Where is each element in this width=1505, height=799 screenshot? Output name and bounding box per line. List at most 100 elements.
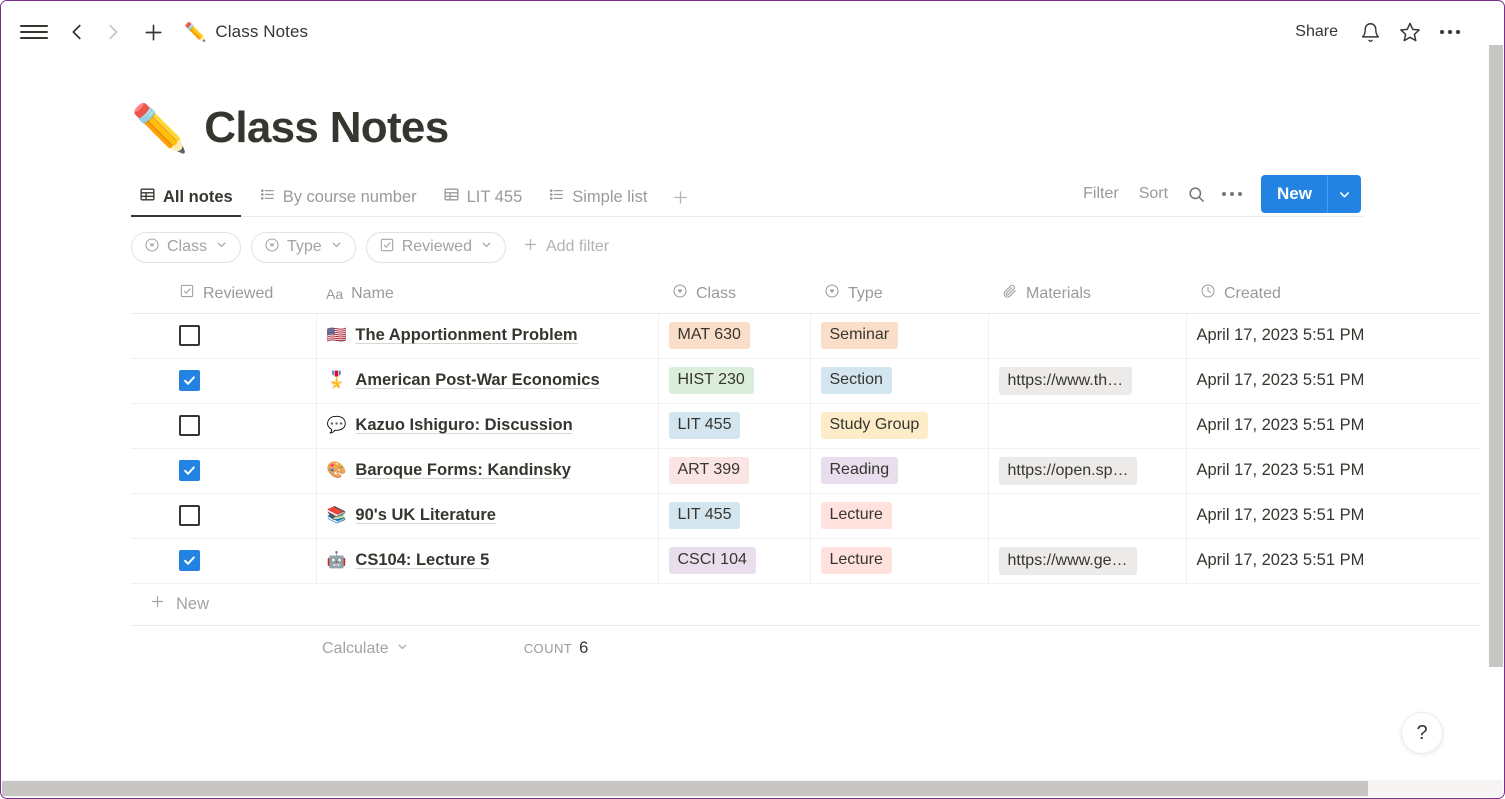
add-new-row-button[interactable]: New [131, 584, 1481, 626]
cell-type[interactable]: Lecture [809, 538, 988, 584]
list-icon [259, 186, 276, 208]
table-footer-calculations: Calculate COUNT 6 [131, 626, 1481, 672]
page-more-options-icon[interactable] [1432, 14, 1468, 50]
filter-chip-type[interactable]: Type [251, 231, 356, 263]
cell-materials[interactable] [987, 403, 1186, 449]
cell-type[interactable]: Study Group [809, 403, 988, 449]
add-view-plus-icon[interactable] [665, 177, 695, 217]
new-button-chevron-down-icon[interactable] [1327, 175, 1361, 213]
favorite-star-icon[interactable] [1392, 14, 1428, 50]
class-tag: LIT 455 [668, 412, 741, 439]
top-bar-actions: Share [1285, 14, 1486, 50]
filter-chip-reviewed[interactable]: Reviewed [365, 231, 506, 263]
new-page-plus-icon[interactable] [136, 15, 170, 49]
forward-arrow-icon[interactable] [96, 15, 130, 49]
cell-type[interactable]: Reading [809, 448, 988, 494]
cell-class[interactable]: HIST 230 [657, 358, 810, 404]
count-label: COUNT [523, 641, 573, 656]
table-row[interactable]: 💬 Kazuo Ishiguro: Discussion LIT 455 Study … [131, 403, 1481, 449]
cell-created: April 17, 2023 5:51 PM [1185, 313, 1478, 359]
share-button[interactable]: Share [1285, 17, 1348, 47]
vertical-scrollbar-thumb[interactable] [1489, 45, 1503, 667]
table-row[interactable]: 📚 90's UK Literature LIT 455 Lecture April 1… [131, 493, 1481, 539]
column-header-reviewed[interactable]: Reviewed [131, 275, 316, 314]
tab-lit-455[interactable]: LIT 455 [435, 177, 531, 217]
help-question-mark-icon[interactable]: ? [1401, 712, 1443, 754]
page-title[interactable]: Class Notes [204, 103, 449, 153]
horizontal-scrollbar-thumb[interactable] [2, 781, 1368, 796]
chevron-down-icon [396, 640, 409, 658]
breadcrumb[interactable]: ✏️ Class Notes [184, 22, 308, 42]
cell-materials[interactable]: https://open.sp… [987, 448, 1186, 494]
table-row[interactable]: 🎖️ American Post-War Economics HIST 230 Sec… [131, 358, 1481, 404]
type-tag: Study Group [820, 412, 929, 439]
cell-materials[interactable] [987, 493, 1186, 539]
cell-class[interactable]: MAT 630 [657, 313, 810, 359]
row-emoji-icon: 🤖 [326, 551, 347, 569]
page-title-row: ✏️ Class Notes [131, 103, 1486, 153]
row-name-link[interactable]: American Post-War Economics [355, 371, 599, 390]
vertical-scrollbar[interactable] [1487, 45, 1503, 784]
cell-type[interactable]: Section [809, 358, 988, 404]
notifications-bell-icon[interactable] [1352, 14, 1388, 50]
reviewed-checkbox[interactable] [179, 460, 200, 481]
column-header-class[interactable]: Class [658, 275, 810, 314]
page-emoji-icon[interactable]: ✏️ [131, 105, 188, 151]
row-name-link[interactable]: 90's UK Literature [355, 506, 496, 525]
back-arrow-icon[interactable] [60, 15, 94, 49]
new-button[interactable]: New [1261, 175, 1327, 213]
column-header-created[interactable]: Created [1186, 275, 1478, 314]
reviewed-checkbox[interactable] [179, 370, 200, 391]
row-name-link[interactable]: Kazuo Ishiguro: Discussion [355, 416, 572, 435]
cell-class[interactable]: ART 399 [657, 448, 810, 494]
class-tag: ART 399 [668, 457, 750, 484]
row-name-link[interactable]: CS104: Lecture 5 [355, 551, 489, 570]
table-row[interactable]: 🎨 Baroque Forms: Kandinsky ART 399 Reading h… [131, 448, 1481, 494]
cell-materials[interactable]: https://www.ge… [987, 538, 1186, 584]
sort-button[interactable]: Sort [1130, 179, 1177, 209]
tab-by-course-number[interactable]: By course number [251, 177, 425, 217]
filter-button[interactable]: Filter [1074, 179, 1128, 209]
cell-materials[interactable] [987, 313, 1186, 359]
reviewed-checkbox[interactable] [179, 550, 200, 571]
count-summary[interactable]: COUNT 6 [518, 635, 595, 662]
cell-type[interactable]: Seminar [809, 313, 988, 359]
row-emoji-icon: 🇺🇸 [326, 326, 347, 344]
cell-name: 🤖 CS104: Lecture 5 [315, 538, 658, 584]
table-row[interactable]: 🤖 CS104: Lecture 5 CSCI 104 Lecture https://… [131, 538, 1481, 584]
reviewed-checkbox[interactable] [179, 505, 200, 526]
clock-icon [1200, 283, 1216, 304]
calculate-dropdown[interactable]: Calculate [316, 636, 415, 662]
cell-type[interactable]: Lecture [809, 493, 988, 539]
hamburger-menu-icon[interactable] [20, 21, 48, 43]
table-row[interactable]: 🇺🇸 The Apportionment Problem MAT 630 Semina… [131, 313, 1481, 359]
database-table: Reviewed Aa Name Class Type Materials Cr… [131, 275, 1486, 672]
cell-reviewed [131, 448, 316, 494]
new-record-button-group[interactable]: New [1261, 175, 1361, 213]
cell-class[interactable]: LIT 455 [657, 403, 810, 449]
cell-class[interactable]: LIT 455 [657, 493, 810, 539]
add-filter-button[interactable]: Add filter [516, 232, 615, 263]
horizontal-scrollbar[interactable] [2, 780, 1503, 797]
row-name-link[interactable]: Baroque Forms: Kandinsky [355, 461, 570, 480]
breadcrumb-label: Class Notes [215, 22, 309, 41]
tab-simple-list[interactable]: Simple list [540, 177, 655, 217]
tab-all-notes[interactable]: All notes [131, 177, 241, 217]
type-tag: Reading [820, 457, 899, 484]
reviewed-checkbox[interactable] [179, 325, 200, 346]
row-name-link[interactable]: The Apportionment Problem [355, 326, 577, 345]
materials-link[interactable]: https://www.ge… [998, 546, 1137, 575]
column-header-type[interactable]: Type [810, 275, 988, 314]
view-more-options-icon[interactable] [1215, 178, 1249, 210]
search-icon[interactable] [1179, 178, 1213, 210]
filter-chip-bar: Class Type Reviewed Add filter [131, 231, 1486, 263]
column-header-name[interactable]: Aa Name [316, 275, 658, 314]
filter-chip-class[interactable]: Class [131, 231, 242, 263]
materials-link[interactable]: https://www.th… [998, 366, 1133, 395]
cell-class[interactable]: CSCI 104 [657, 538, 810, 584]
column-header-materials[interactable]: Materials [988, 275, 1186, 314]
list-icon [548, 186, 565, 208]
cell-materials[interactable]: https://www.th… [987, 358, 1186, 404]
materials-link[interactable]: https://open.sp… [998, 456, 1138, 485]
reviewed-checkbox[interactable] [179, 415, 200, 436]
